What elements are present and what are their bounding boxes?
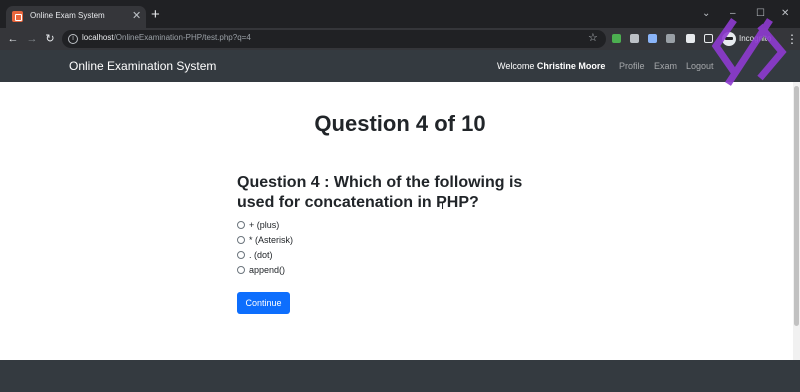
page-title: Question 4 of 10	[314, 111, 486, 136]
option-label: * (Asterisk)	[249, 235, 294, 245]
radio-button[interactable]	[237, 236, 245, 244]
continue-button[interactable]: Continue	[237, 292, 290, 314]
nav-link-exam[interactable]: Exam	[654, 61, 677, 71]
radio-button[interactable]	[237, 221, 245, 229]
welcome-text: Welcome Christine Moore	[497, 61, 606, 71]
extension-icon[interactable]	[666, 34, 675, 43]
question-text: Question 4 : Which of the following is u…	[237, 174, 523, 211]
tab-title: Online Exam System	[30, 11, 105, 20]
radio-button[interactable]	[237, 251, 245, 259]
new-tab-button[interactable]: +	[151, 7, 160, 22]
browser-tab[interactable]: Online Exam System ✕	[6, 6, 146, 28]
text-cursor-icon: I	[441, 200, 445, 212]
forward-arrow-icon[interactable]: →	[24, 31, 40, 47]
browser-toolbar: ← → ↻ i localhost/OnlineExamination-PHP/…	[0, 28, 800, 50]
url-text[interactable]: localhost/OnlineExamination-PHP/test.php…	[82, 33, 251, 42]
option-label: + (plus)	[249, 220, 280, 230]
address-bar[interactable]: i localhost/OnlineExamination-PHP/test.p…	[62, 30, 606, 48]
site-navbar: Online Examination System Welcome Christ…	[0, 50, 800, 82]
radio-button[interactable]	[237, 266, 245, 274]
site-footer	[0, 360, 800, 392]
site-favicon-icon	[12, 11, 23, 22]
nav-link-profile[interactable]: Profile	[619, 61, 645, 71]
option-label: append()	[249, 265, 286, 275]
option-label: . (dot)	[249, 250, 273, 260]
camera-icon[interactable]	[630, 34, 639, 43]
bookmark-star-icon[interactable]: ☆	[588, 31, 598, 44]
brand-link[interactable]: Online Examination System	[69, 59, 216, 73]
back-arrow-icon[interactable]: ←	[5, 31, 21, 47]
browser-tab-strip: Online Exam System ✕ + ⌄ – ☐ ✕	[0, 0, 800, 28]
scrollbar-thumb[interactable]	[794, 86, 799, 326]
site-info-icon[interactable]: i	[68, 34, 78, 44]
user-name: Christine Moore	[536, 61, 606, 71]
tab-close-icon[interactable]: ✕	[132, 9, 141, 23]
extension-icon[interactable]	[612, 34, 621, 43]
puzzle-icon[interactable]	[686, 34, 695, 43]
overlay-chevron-logo-icon	[711, 18, 787, 86]
page-scrollbar[interactable]	[793, 82, 800, 360]
reload-icon[interactable]: ↻	[42, 31, 58, 47]
pen-icon[interactable]	[648, 34, 657, 43]
